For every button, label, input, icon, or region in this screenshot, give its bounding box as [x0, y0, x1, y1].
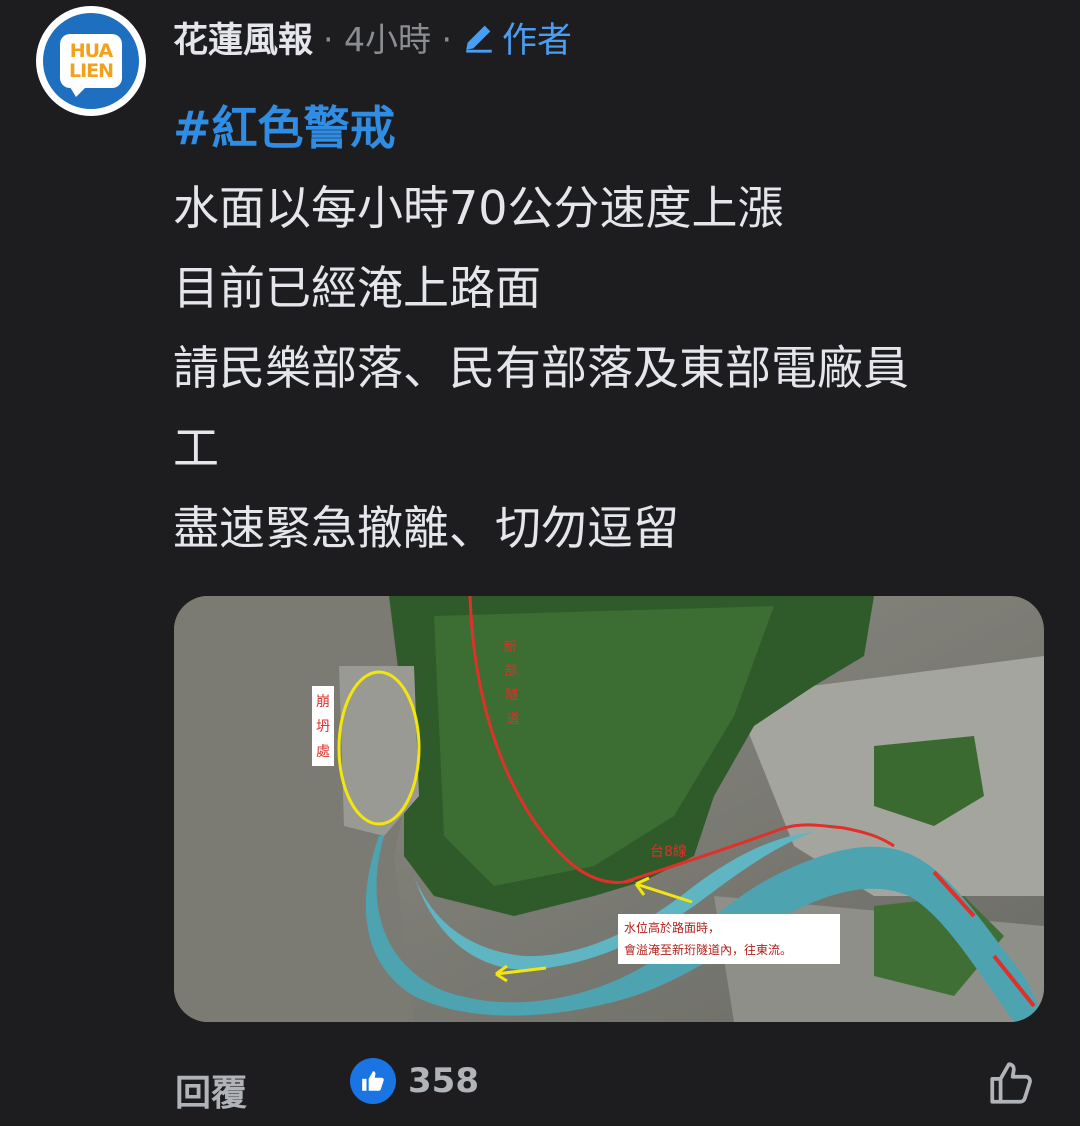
hashtag-link[interactable]: #紅色警戒 — [173, 92, 396, 158]
like-reaction-icon — [350, 1058, 396, 1104]
like-button[interactable] — [986, 1058, 1036, 1108]
road-label: 台8線 — [650, 844, 687, 860]
comment-header: 花蓮風報 · 4小時 · 作者 — [173, 12, 572, 63]
aerial-photo-illustration: 崩 坍 處 新 部 隧 道 台8線 水位高於路面時， 會溢淹至新珩隧道內，往東流… — [174, 596, 1044, 1022]
comment-text: 水面以每小時70公分速度上漲 目前已經淹上路面 請民樂部落、民有部落及東部電廠員… — [173, 168, 1053, 568]
comment-line: 請民樂部落、民有部落及東部電廠員 — [173, 341, 909, 395]
thumbs-up-outline-icon — [990, 1062, 1032, 1104]
comment-line: 工 — [173, 421, 219, 475]
comment-line: 盡速緊急撤離、切勿逗留 — [173, 501, 679, 555]
collapse-label-char: 處 — [316, 744, 330, 760]
like-count: 358 — [408, 1061, 479, 1101]
reply-button[interactable]: 回覆 — [175, 1064, 247, 1116]
reaction-summary[interactable]: 358 — [350, 1058, 479, 1104]
pencil-icon — [466, 25, 492, 53]
tunnel-label-char: 道 — [506, 712, 519, 727]
comment-line: 目前已經淹上路面 — [173, 261, 541, 315]
tunnel-label-char: 隧 — [505, 687, 518, 703]
tunnel-label-char: 新 — [503, 639, 516, 655]
comment-line: 水面以每小時70公分速度上漲 — [173, 181, 784, 235]
page-avatar[interactable]: HUA LIEN — [36, 6, 146, 116]
attached-aerial-photo[interactable]: 崩 坍 處 新 部 隧 道 台8線 水位高於路面時， 會溢淹至新珩隧道內，往東流… — [174, 596, 1044, 1022]
collapse-label-char: 崩 — [316, 694, 330, 710]
collapse-label-char: 坍 — [316, 719, 330, 735]
photo-note-line: 水位高於路面時， — [624, 920, 720, 935]
photo-note-line: 會溢淹至新珩隧道內，往東流。 — [624, 942, 792, 957]
author-badge: 作者 — [462, 12, 572, 63]
hualien-logo: HUA LIEN — [60, 34, 122, 97]
tunnel-label-char: 部 — [504, 664, 517, 679]
author-label: 作者 — [501, 20, 572, 61]
timestamp: · 4小時 · — [323, 20, 452, 59]
page-name-link[interactable]: 花蓮風報 — [173, 12, 313, 63]
